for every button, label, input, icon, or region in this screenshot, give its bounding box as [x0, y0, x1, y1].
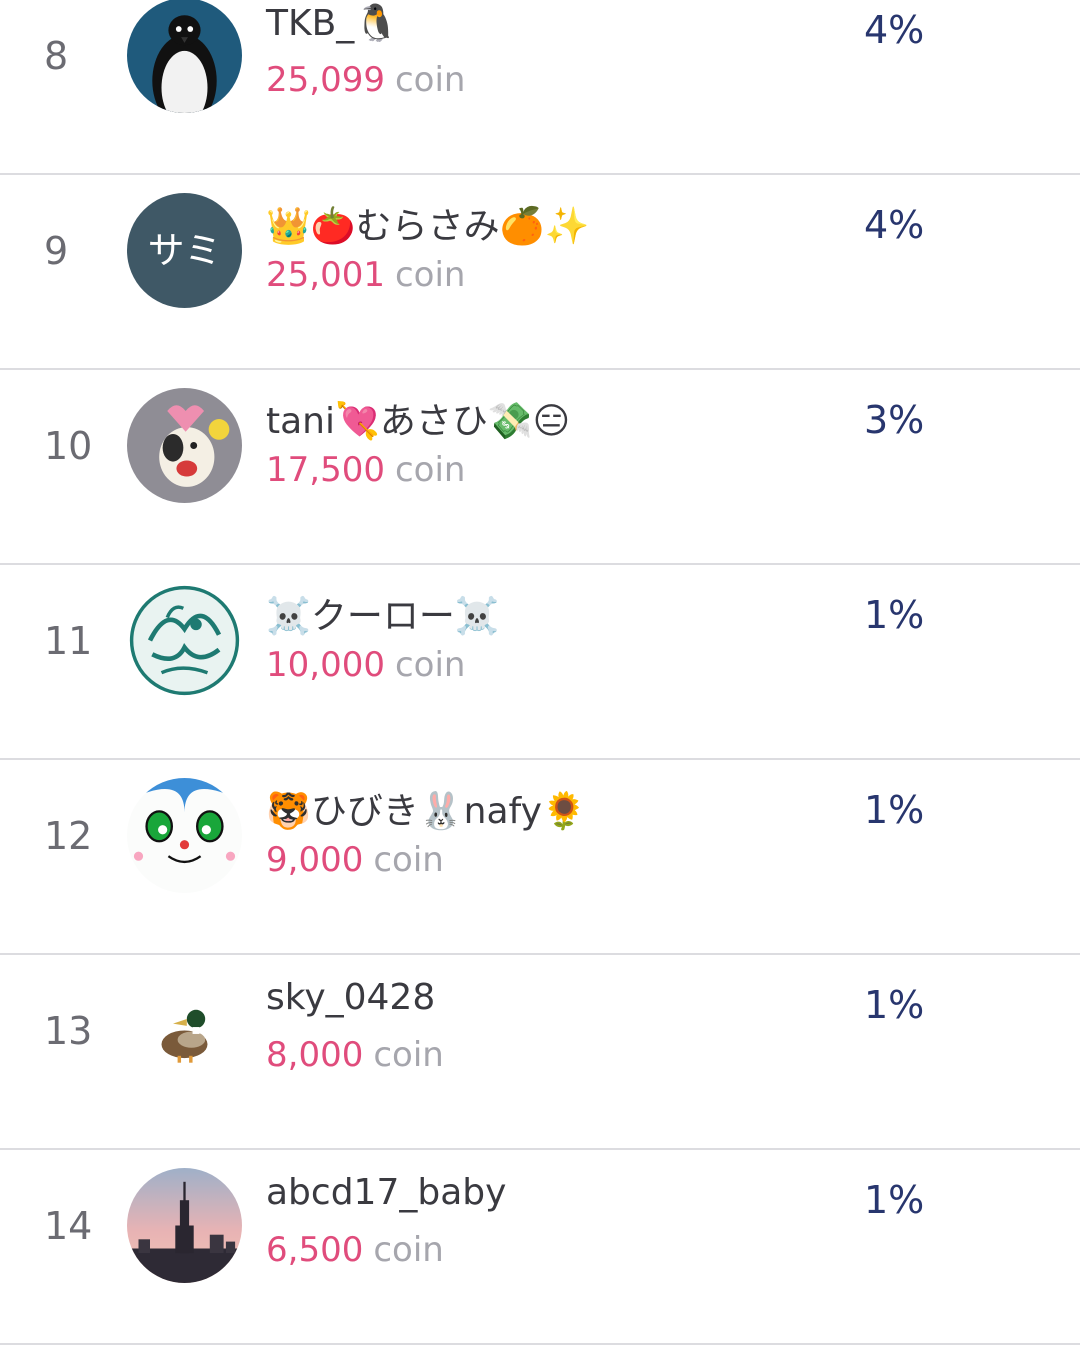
user-name: sky_0428 — [266, 977, 436, 1018]
coin-total: 17,500 coin — [266, 450, 465, 490]
dog-drawing-avatar-icon[interactable] — [127, 388, 242, 503]
user-name: TKB_🐧 — [266, 3, 400, 44]
ranking-row[interactable]: 10 tani💘あさひ💸😑 17,500 coin 3% — [0, 370, 1080, 565]
ranking-row[interactable]: 12 🐯ひびき🐰nafy🌻 9,000 coin 1% — [0, 760, 1080, 955]
share-percent: 1% — [864, 593, 925, 637]
coin-amount: 25,099 — [266, 60, 385, 100]
user-name: tani💘あさひ💸😑 — [266, 401, 571, 442]
user-name: abcd17_baby — [266, 1172, 507, 1213]
coin-total: 10,000 coin — [266, 645, 465, 685]
cartoon-face-avatar-icon[interactable] — [127, 778, 242, 893]
ranking-row[interactable]: 9 サミ 👑🍅むらさみ🍊✨ 25,001 coin 4% — [0, 175, 1080, 370]
avatar-initials: サミ — [148, 229, 222, 272]
coin-total: 25,099 coin — [266, 60, 465, 100]
coin-amount: 17,500 — [266, 450, 385, 490]
user-name: 🐯ひびき🐰nafy🌻 — [266, 791, 587, 832]
coin-unit: coin — [394, 645, 466, 685]
ranking-row[interactable]: 14 abcd17_baby 6,500 coin 1% — [0, 1150, 1080, 1345]
coin-amount: 6,500 — [266, 1230, 364, 1270]
city-skyline-avatar-icon[interactable] — [127, 1168, 242, 1283]
coin-unit: coin — [394, 60, 466, 100]
coin-amount: 9,000 — [266, 840, 364, 880]
coin-ranking-list: 8 TKB_🐧 25,099 coin 4% 9 サミ 👑🍅むらさみ🍊✨ 25,… — [0, 0, 1080, 1350]
share-percent: 3% — [864, 398, 925, 442]
coin-total: 25,001 coin — [266, 255, 465, 295]
initials-avatar-icon[interactable]: サミ — [127, 193, 242, 308]
ranking-row[interactable]: 13 sky_0428 8,000 coin 1% — [0, 955, 1080, 1150]
share-percent: 1% — [864, 1178, 925, 1222]
ranking-row[interactable]: 11 ☠️クーロー☠️ 10,000 coin 1% — [0, 565, 1080, 760]
coin-unit: coin — [373, 1035, 444, 1075]
coin-unit: coin — [373, 840, 444, 880]
coin-unit: coin — [394, 450, 466, 490]
share-percent: 1% — [864, 983, 925, 1027]
duck-avatar-icon[interactable] — [127, 973, 242, 1088]
coin-unit: coin — [394, 255, 466, 295]
coin-total: 9,000 coin — [266, 840, 444, 880]
coin-amount: 25,001 — [266, 255, 385, 295]
rank-number: 10 — [44, 424, 93, 468]
share-percent: 4% — [864, 8, 925, 52]
phoenix-pattern-avatar-icon[interactable] — [127, 583, 242, 698]
share-percent: 1% — [864, 788, 925, 832]
rank-number: 13 — [44, 1009, 93, 1053]
coin-amount: 10,000 — [266, 645, 385, 685]
rank-number: 11 — [44, 619, 93, 663]
coin-amount: 8,000 — [266, 1035, 364, 1075]
ranking-row[interactable]: 8 TKB_🐧 25,099 coin 4% — [0, 0, 1080, 175]
user-name: 👑🍅むらさみ🍊✨ — [266, 206, 590, 247]
penguin-avatar-icon[interactable] — [127, 0, 242, 113]
rank-number: 12 — [44, 814, 93, 858]
coin-unit: coin — [373, 1230, 444, 1270]
rank-number: 14 — [44, 1204, 93, 1248]
rank-number: 9 — [44, 229, 69, 273]
share-percent: 4% — [864, 203, 925, 247]
user-name: ☠️クーロー☠️ — [266, 596, 500, 637]
rank-number: 8 — [44, 34, 69, 78]
coin-total: 6,500 coin — [266, 1230, 444, 1270]
coin-total: 8,000 coin — [266, 1035, 444, 1075]
